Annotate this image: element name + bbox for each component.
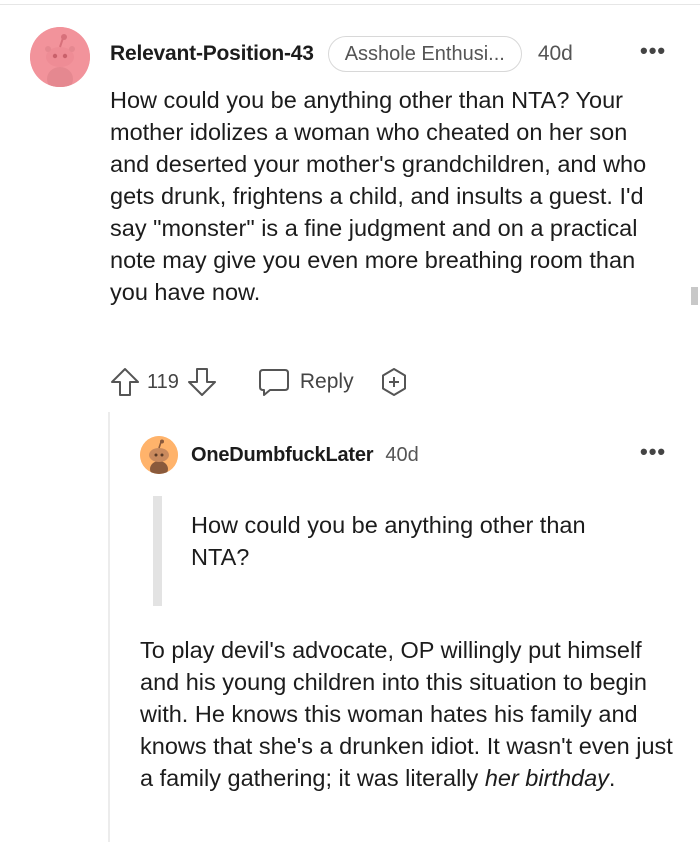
reply-avatar[interactable] — [140, 436, 178, 474]
snoo-avatar-icon — [140, 436, 178, 474]
vote-count: 119 — [147, 370, 179, 393]
thread-line[interactable] — [108, 412, 110, 842]
blockquote-bar — [153, 496, 162, 606]
top-divider — [0, 4, 700, 5]
chat-bubble-icon — [257, 366, 291, 398]
reply-header: OneDumbfuckLater 40d — [191, 440, 419, 470]
reply-more-options-button[interactable]: ••• — [640, 441, 666, 463]
scrollbar-thumb[interactable] — [691, 287, 698, 305]
upvote-arrow-icon[interactable] — [108, 365, 142, 399]
reply-label: Reply — [299, 370, 354, 393]
comment-actions: 119 Reply — [108, 364, 410, 400]
reply-age: 40d — [385, 443, 419, 466]
downvote-arrow-icon[interactable] — [185, 365, 219, 399]
award-plus-icon[interactable] — [378, 366, 410, 398]
reply-body-emphasis: her birthday — [484, 765, 609, 791]
avatar[interactable] — [30, 27, 90, 87]
comment-author[interactable]: Relevant-Position-43 — [110, 42, 314, 66]
reply-button[interactable]: Reply — [257, 366, 354, 398]
comment-age: 40d — [537, 42, 573, 65]
comment-header: Relevant-Position-43 Asshole Enthusi... … — [110, 36, 573, 72]
reply-body: To play devil's advocate, OP willingly p… — [140, 634, 685, 794]
blockquote-text: How could you be anything other than NTA… — [191, 512, 586, 570]
reply-body-end: . — [608, 765, 616, 791]
comment-body: How could you be anything other than NTA… — [110, 87, 647, 305]
more-options-button[interactable]: ••• — [640, 40, 666, 62]
reply-author[interactable]: OneDumbfuckLater — [191, 444, 374, 467]
snoo-avatar-icon — [30, 27, 90, 87]
user-flair: Asshole Enthusi... — [327, 36, 522, 72]
